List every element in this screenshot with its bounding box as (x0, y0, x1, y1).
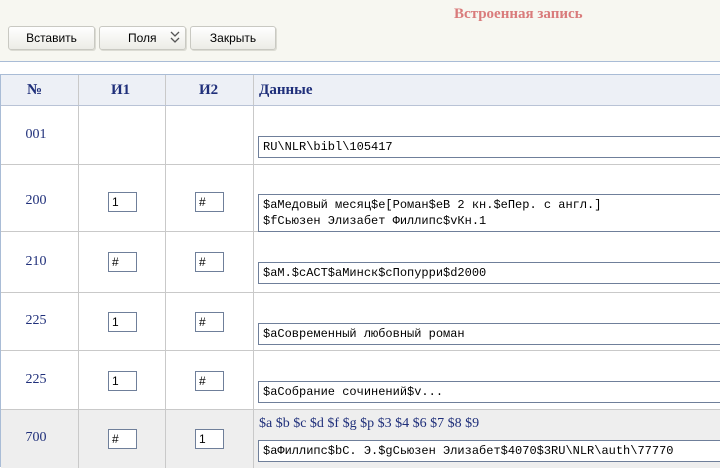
indicator1-input[interactable]: 1 (108, 312, 137, 332)
data-line: $aМедовый месяц$e[Роман$eВ 2 кн.$eПер. с… (263, 198, 602, 212)
data-field[interactable]: $aСобрание сочинений$v... (258, 381, 720, 403)
field-number: 225 (25, 313, 47, 328)
field-number: 700 (25, 430, 47, 445)
insert-button[interactable]: Вставить (8, 26, 95, 50)
indicator1-input[interactable]: # (108, 252, 137, 272)
indicator2-input[interactable]: # (195, 371, 224, 391)
data-field[interactable]: $aМ.$cACT$aМинск$cПопурри$d2000 (258, 262, 720, 284)
indicator1-input[interactable]: 1 (108, 371, 137, 391)
fields-dropdown-button[interactable]: Поля (99, 26, 186, 50)
data-field[interactable]: RU\NLR\bibl\105417 (258, 136, 720, 158)
data-field[interactable]: $aМедовый месяц$e[Роман$eВ 2 кн.$eПер. с… (258, 194, 720, 232)
field-number: 225 (25, 372, 47, 387)
field-number: 001 (25, 127, 47, 142)
field-number: 210 (25, 254, 47, 269)
indicator2-input[interactable]: # (195, 312, 224, 332)
table-row: 210 # # $aМ.$cACT$aМинск$cПопурри$d2000 (1, 232, 720, 293)
indicator2-input[interactable]: # (195, 252, 224, 272)
header-i2: И2 (199, 82, 219, 98)
data-field[interactable]: $aСовременный любовный роман (258, 323, 720, 345)
data-line: $fСьюзен Элизабет Филлипс$vКн.1 (263, 214, 487, 228)
table-row: 001 RU\NLR\bibl\105417 (1, 106, 720, 165)
header-i1: И1 (111, 82, 131, 98)
table-row: 225 1 # $aСовременный любовный роман (1, 293, 720, 351)
table-header: № И1 И2 Данные (1, 75, 720, 106)
header-data: Данные (259, 82, 313, 98)
indicator2-input[interactable]: # (195, 192, 224, 212)
header-num: № (27, 82, 43, 98)
toolbar: Встроенная запись Вставить Поля Закрыть (0, 0, 720, 62)
close-button[interactable]: Закрыть (190, 26, 276, 50)
table-row: 225 1 # $aСобрание сочинений$v... (1, 351, 720, 410)
subfield-codes[interactable]: $a $b $c $d $f $g $p $3 $4 $6 $7 $8 $9 (259, 416, 479, 432)
indicator1-input[interactable]: 1 (108, 192, 137, 212)
window-title: Встроенная запись (454, 6, 583, 22)
field-number: 200 (25, 193, 47, 208)
record-table: № И1 И2 Данные 001 RU\NLR\bibl\105417 20… (0, 74, 720, 468)
indicator1-input[interactable]: # (108, 429, 137, 449)
table-row: 700 # 1 $a $b $c $d $f $g $p $3 $4 $6 $7… (1, 410, 720, 468)
chevron-down-icon (170, 31, 180, 45)
table-row: 200 1 # $aМедовый месяц$e[Роман$eВ 2 кн.… (1, 165, 720, 232)
indicator2-input[interactable]: 1 (195, 429, 224, 449)
fields-label: Поля (128, 31, 157, 45)
data-field[interactable]: $aФиллипс$bС. Э.$gСьюзен Элизабет$4070$3… (258, 440, 720, 462)
